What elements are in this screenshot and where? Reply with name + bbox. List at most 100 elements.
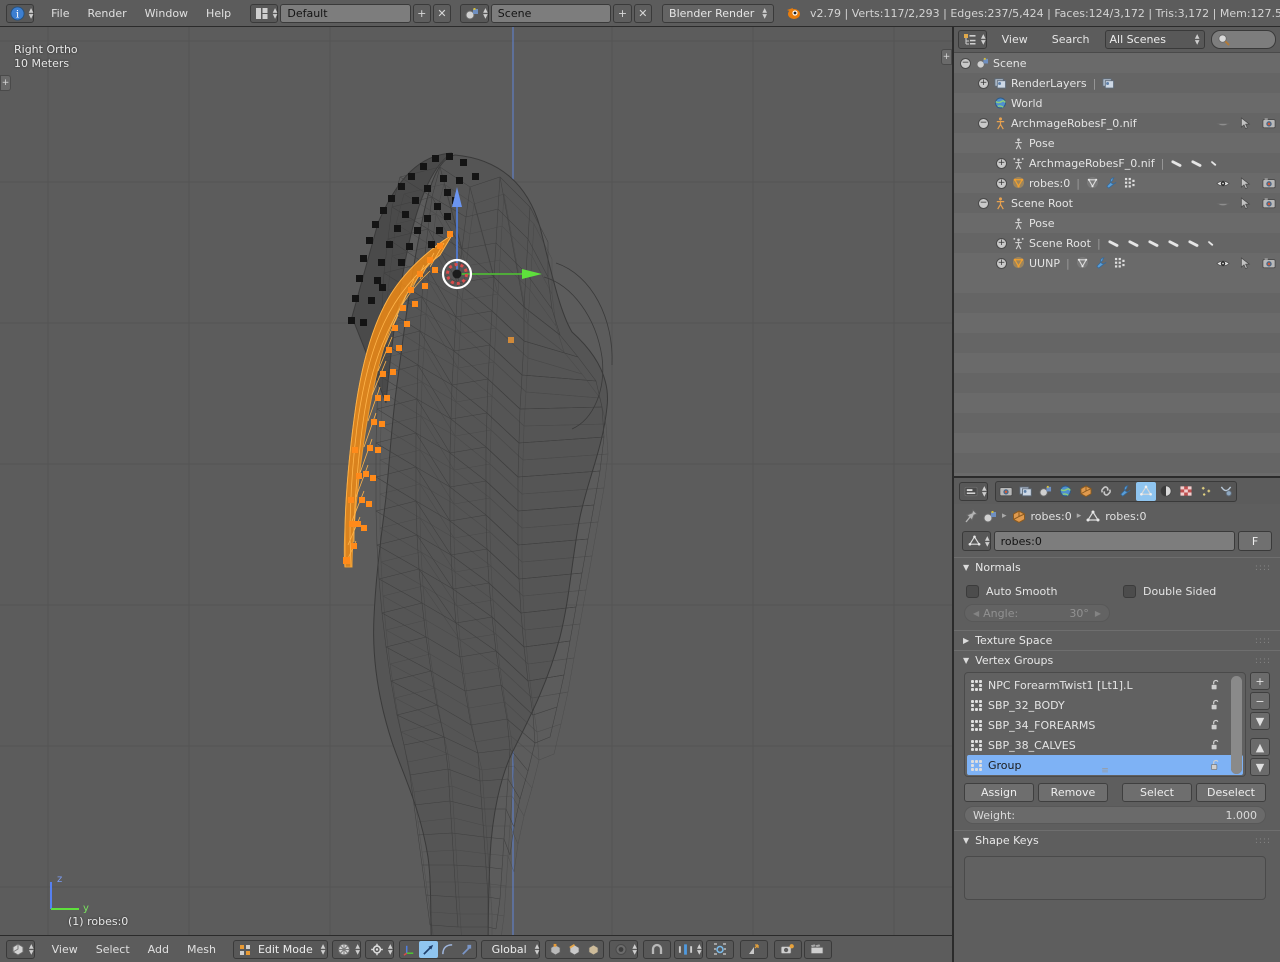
breadcrumb-data-name[interactable]: robes:0 bbox=[1105, 510, 1146, 523]
limit-selection-visible-toggle[interactable]: ▲ ▼ bbox=[609, 939, 638, 959]
outliner-row-label[interactable]: Scene Root bbox=[1029, 237, 1091, 250]
outliner-row[interactable]: − Scene Root bbox=[954, 193, 1280, 213]
scene-name-field[interactable]: Scene bbox=[490, 3, 612, 23]
outliner-row[interactable]: − ArchmageRobesF_0.nif bbox=[954, 113, 1280, 133]
outliner-row[interactable]: + Scene Root | bbox=[954, 233, 1280, 253]
add-vertex-group-button[interactable]: + bbox=[1250, 672, 1270, 690]
menu-mesh[interactable]: Mesh bbox=[178, 940, 225, 959]
properties-editor[interactable]: ▲ ▼ ▸ robes:0 ▸ robes:0 ▲ ▼ robes:0 F ▼ … bbox=[952, 476, 1280, 962]
properties-tab-world[interactable] bbox=[1056, 482, 1076, 501]
rotate-manipulator[interactable] bbox=[418, 940, 438, 958]
properties-tab-render-layers[interactable] bbox=[1016, 482, 1036, 501]
wrench-icon[interactable] bbox=[1105, 177, 1118, 189]
outliner-editor[interactable]: ▲ ▼ View Search All Scenes ▲ ▼ − Scene + Rend… bbox=[952, 27, 1280, 476]
interaction-mode-selector[interactable]: Edit Mode ▲ ▼ bbox=[232, 939, 329, 959]
restrict-view-toggle[interactable] bbox=[1216, 198, 1230, 209]
outliner-menu-view[interactable]: View bbox=[993, 30, 1037, 49]
outliner-row[interactable]: − Scene bbox=[954, 53, 1280, 73]
outliner-row-restrict-icons[interactable] bbox=[1216, 196, 1276, 210]
pivot-point-selector[interactable]: ▲ ▼ bbox=[364, 939, 394, 959]
vertexgroup-icon[interactable] bbox=[1114, 257, 1127, 269]
expander-toggle[interactable]: + bbox=[996, 157, 1007, 169]
menu-render[interactable]: Render bbox=[79, 4, 136, 23]
restrict-render-toggle[interactable] bbox=[1262, 117, 1276, 129]
outliner-row[interactable]: Pose bbox=[954, 133, 1280, 153]
render-still-button[interactable] bbox=[773, 939, 802, 959]
shape-keys-list[interactable] bbox=[964, 856, 1266, 900]
properties-tab-texture[interactable] bbox=[1176, 482, 1196, 501]
deselect-button[interactable]: Deselect bbox=[1196, 783, 1266, 802]
outliner-row[interactable]: + UUNP | bbox=[954, 253, 1280, 273]
properties-tab-strip[interactable] bbox=[994, 480, 1237, 502]
properties-tab-material[interactable] bbox=[1156, 482, 1176, 501]
select-button[interactable]: Select bbox=[1122, 783, 1192, 802]
unlock-icon[interactable] bbox=[1210, 679, 1221, 691]
toolshelf-expand-button[interactable]: + bbox=[0, 75, 11, 91]
menu-file[interactable]: File bbox=[42, 4, 78, 23]
bone-small[interactable] bbox=[1207, 239, 1215, 248]
bone[interactable] bbox=[1187, 238, 1201, 249]
vertex-group-name[interactable]: Group bbox=[988, 759, 1022, 772]
add-scene-button[interactable]: + bbox=[613, 3, 632, 23]
expander-toggle[interactable]: − bbox=[978, 117, 989, 129]
properties-tab-constraints[interactable] bbox=[1096, 482, 1116, 501]
cube-icon[interactable] bbox=[1012, 509, 1026, 523]
unlock-icon[interactable] bbox=[1210, 719, 1221, 731]
menu-select[interactable]: Select bbox=[87, 940, 139, 959]
bone[interactable] bbox=[1147, 238, 1161, 249]
properties-tab-render[interactable] bbox=[996, 482, 1016, 501]
properties-tab-object-data[interactable] bbox=[1135, 481, 1156, 501]
fake-user-button[interactable]: F bbox=[1238, 531, 1272, 551]
double-sided-checkbox-row[interactable]: Double Sided bbox=[1123, 585, 1216, 598]
expander-toggle[interactable]: + bbox=[996, 177, 1007, 189]
outliner-row-restrict-icons[interactable] bbox=[1216, 116, 1276, 130]
editor-type-info-selector[interactable]: i ▲ ▼ bbox=[5, 3, 35, 23]
datablock-browse-button[interactable]: ▲ ▼ bbox=[962, 531, 991, 551]
outliner-row[interactable]: + robes:0 | bbox=[954, 173, 1280, 193]
remove-button[interactable]: Remove bbox=[1038, 783, 1108, 802]
auto-smooth-checkbox[interactable] bbox=[966, 585, 979, 598]
expander-toggle[interactable]: − bbox=[978, 197, 989, 209]
scale-manipulator[interactable] bbox=[438, 941, 457, 958]
wrench-icon[interactable] bbox=[1095, 257, 1108, 269]
outliner-row-label[interactable]: RenderLayers bbox=[1011, 77, 1087, 90]
snap-toggle[interactable] bbox=[642, 939, 671, 959]
vertex-group-scrollbar[interactable] bbox=[1231, 676, 1242, 774]
proportional-edit-selector[interactable]: ▲ ▼ bbox=[673, 939, 703, 959]
transform-orientation-selector[interactable]: Global ▲ ▼ bbox=[480, 939, 541, 959]
datablock-name-input[interactable]: robes:0 bbox=[993, 531, 1235, 551]
properties-tab-particles[interactable] bbox=[1196, 482, 1216, 501]
outliner-row-label[interactable]: World bbox=[1011, 97, 1043, 110]
expander-toggle[interactable]: − bbox=[960, 57, 971, 69]
restrict-select-toggle[interactable] bbox=[1240, 256, 1252, 270]
restrict-select-toggle[interactable] bbox=[1240, 196, 1252, 210]
bone[interactable] bbox=[1170, 158, 1184, 169]
outliner-row-label[interactable]: ArchmageRobesF_0.nif bbox=[1011, 117, 1137, 130]
add-screen-layout-button[interactable]: + bbox=[412, 3, 431, 23]
translate-manipulator[interactable] bbox=[400, 941, 419, 958]
vertex-group-item[interactable]: SBP_34_FOREARMS bbox=[967, 715, 1243, 735]
bone[interactable] bbox=[1127, 238, 1141, 249]
outliner-row[interactable]: + RenderLayers | bbox=[954, 73, 1280, 93]
auto-smooth-angle-field[interactable]: ◀ Angle: 30° ▶ bbox=[964, 604, 1110, 622]
face-select-mode[interactable] bbox=[584, 941, 603, 958]
unlock-icon[interactable] bbox=[1210, 739, 1221, 751]
restrict-view-toggle[interactable] bbox=[1216, 178, 1230, 189]
panel-header-vertex-groups[interactable]: ▼ Vertex Groups :::: bbox=[954, 650, 1280, 670]
screen-layout-selector[interactable]: ▲ ▼ bbox=[249, 3, 279, 23]
expander-toggle[interactable]: + bbox=[996, 237, 1007, 249]
bone-small[interactable] bbox=[1210, 159, 1218, 168]
outliner-display-mode-selector[interactable]: ▲ ▼ bbox=[958, 30, 987, 49]
manipulator-extra[interactable] bbox=[457, 941, 476, 958]
outliner-row-label[interactable]: Scene bbox=[993, 57, 1027, 70]
bone[interactable] bbox=[1167, 238, 1181, 249]
expander-toggle[interactable]: + bbox=[996, 257, 1007, 269]
outliner-menu-search[interactable]: Search bbox=[1043, 30, 1099, 49]
viewport-shading-selector[interactable]: ▲ ▼ bbox=[332, 939, 361, 959]
properties-tab-object[interactable] bbox=[1076, 482, 1096, 501]
vertex-group-item[interactable]: SBP_32_BODY bbox=[967, 695, 1243, 715]
pin-icon[interactable] bbox=[964, 509, 978, 523]
restrict-select-toggle[interactable] bbox=[1240, 116, 1252, 130]
restrict-render-toggle[interactable] bbox=[1262, 197, 1276, 209]
outliner-row-label[interactable]: Scene Root bbox=[1011, 197, 1073, 210]
